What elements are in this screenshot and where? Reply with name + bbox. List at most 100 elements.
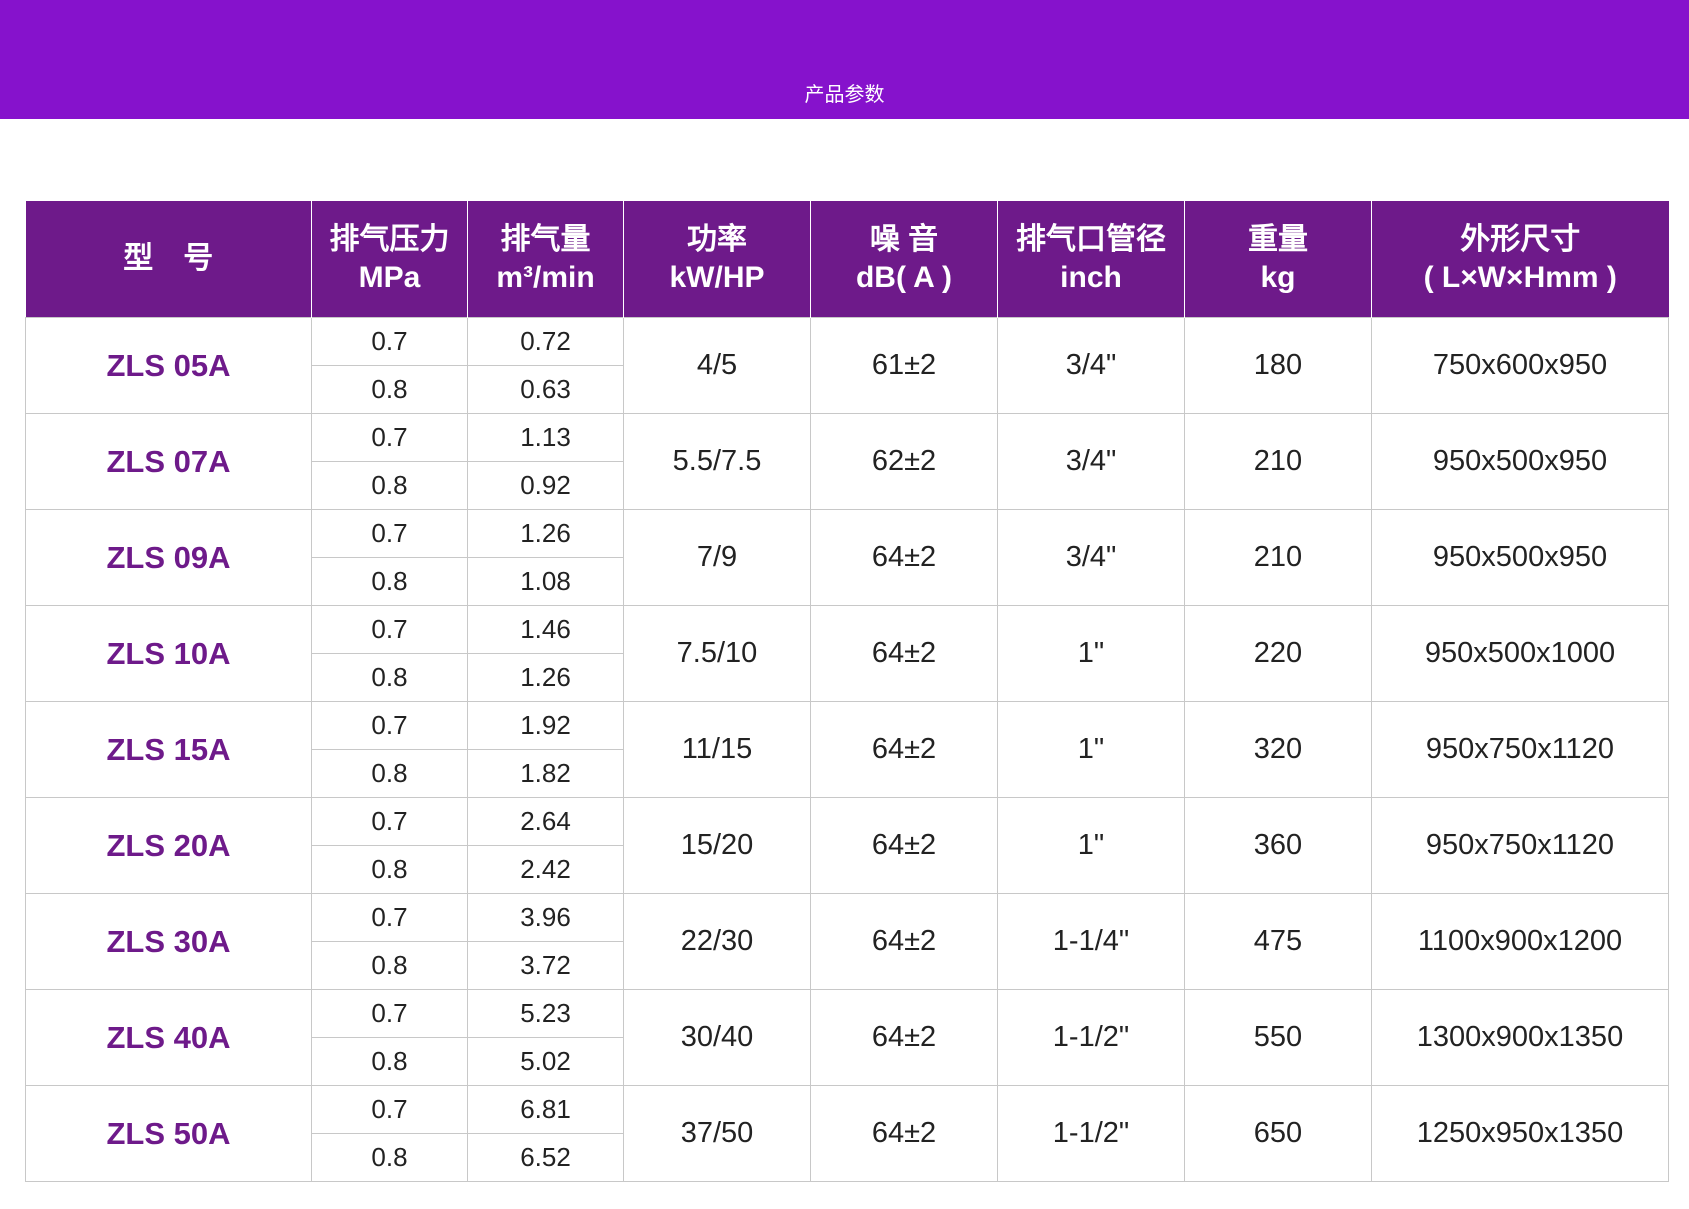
pressure-cell: 0.7 bbox=[311, 797, 468, 846]
pressure-cell: 0.8 bbox=[311, 653, 468, 702]
dimensions-cell: 950x500x950 bbox=[1371, 413, 1669, 510]
flow-cell: 3.72 bbox=[467, 941, 624, 990]
noise-cell: 64±2 bbox=[810, 509, 998, 606]
header-label: 排气口管径 bbox=[1016, 223, 1166, 256]
model-cell: ZLS 15A bbox=[25, 701, 312, 798]
noise-cell: 64±2 bbox=[810, 989, 998, 1086]
outlet-cell: 1" bbox=[997, 605, 1185, 702]
flow-cell: 1.26 bbox=[467, 653, 624, 702]
pressure-cell: 0.8 bbox=[311, 749, 468, 798]
power-cell: 37/50 bbox=[623, 1085, 811, 1182]
header-unit: MPa bbox=[358, 261, 421, 294]
weight-cell: 210 bbox=[1184, 413, 1372, 510]
header-unit: kW/HP bbox=[669, 261, 765, 294]
outlet-header: 排气口管径 inch bbox=[997, 201, 1185, 318]
flow-cell: 1.92 bbox=[467, 701, 624, 750]
dimensions-cell: 950x750x1120 bbox=[1371, 797, 1669, 894]
flow-cell: 2.42 bbox=[467, 845, 624, 894]
table-row: ZLS 05A 0.7 0.72 4/5 61±2 3/4" 180 750x600x950 bbox=[25, 317, 1669, 414]
pressure-cell: 0.7 bbox=[311, 701, 468, 750]
header-label: 外形尺寸 bbox=[1460, 223, 1581, 256]
table-row: ZLS 40A 0.7 5.23 30/40 64±2 1-1/2" 550 1300x900… bbox=[25, 989, 1669, 1086]
banner-title: 产品参数 bbox=[804, 84, 885, 106]
weight-header: 重量 kg bbox=[1184, 201, 1372, 318]
flow-cell: 2.64 bbox=[467, 797, 624, 846]
header-unit: dB( A ) bbox=[855, 261, 953, 294]
flow-cell: 1.13 bbox=[467, 413, 624, 462]
spec-table: 型 号 排气压力 MPa 排气量 m³/min 功率 kW/HP 噪 音 dB( A ) 排气口管… bbox=[25, 201, 1669, 1182]
header-unit: ( L×W×Hmm ) bbox=[1423, 261, 1617, 294]
model-cell: ZLS 40A bbox=[25, 989, 312, 1086]
pressure-cell: 0.8 bbox=[311, 1037, 468, 1086]
model-cell: ZLS 30A bbox=[25, 893, 312, 990]
table-row: ZLS 09A 0.7 1.26 7/9 64±2 3/4" 210 950x500x950 bbox=[25, 509, 1669, 606]
header-label: 功率 bbox=[687, 223, 747, 256]
flow-header: 排气量 m³/min bbox=[467, 201, 624, 318]
flow-cell: 5.23 bbox=[467, 989, 624, 1038]
pressure-cell: 0.7 bbox=[311, 989, 468, 1038]
weight-cell: 475 bbox=[1184, 893, 1372, 990]
table-row: ZLS 07A 0.7 1.13 5.5/7.5 62±2 3/4" 210 950x500x… bbox=[25, 413, 1669, 510]
dimensions-cell: 950x750x1120 bbox=[1371, 701, 1669, 798]
outlet-cell: 1-1/2" bbox=[997, 1085, 1185, 1182]
model-cell: ZLS 50A bbox=[25, 1085, 312, 1182]
noise-cell: 64±2 bbox=[810, 701, 998, 798]
flow-cell: 6.52 bbox=[467, 1133, 624, 1182]
weight-cell: 550 bbox=[1184, 989, 1372, 1086]
header-label: 排气压力 bbox=[329, 223, 450, 256]
table-row: ZLS 15A 0.7 1.92 11/15 64±2 1" 320 950x750x1120 bbox=[25, 701, 1669, 798]
model-header: 型 号 bbox=[25, 201, 312, 318]
outlet-cell: 3/4" bbox=[997, 317, 1185, 414]
power-cell: 30/40 bbox=[623, 989, 811, 1086]
pressure-cell: 0.7 bbox=[311, 317, 468, 366]
pressure-cell: 0.8 bbox=[311, 365, 468, 414]
dimensions-cell: 1100x900x1200 bbox=[1371, 893, 1669, 990]
table-header-row: 型 号 排气压力 MPa 排气量 m³/min 功率 kW/HP 噪 音 dB( A ) 排气口管… bbox=[25, 201, 1669, 318]
table-body: ZLS 05A 0.7 0.72 4/5 61±2 3/4" 180 750x600x950 0… bbox=[25, 317, 1669, 1182]
outlet-cell: 1-1/2" bbox=[997, 989, 1185, 1086]
model-cell: ZLS 07A bbox=[25, 413, 312, 510]
model-cell: ZLS 05A bbox=[25, 317, 312, 414]
power-cell: 7.5/10 bbox=[623, 605, 811, 702]
pressure-cell: 0.7 bbox=[311, 413, 468, 462]
noise-cell: 64±2 bbox=[810, 1085, 998, 1182]
noise-cell: 61±2 bbox=[810, 317, 998, 414]
weight-cell: 180 bbox=[1184, 317, 1372, 414]
power-cell: 11/15 bbox=[623, 701, 811, 798]
header-label: 重量 bbox=[1248, 223, 1308, 256]
flow-cell: 0.63 bbox=[467, 365, 624, 414]
model-cell: ZLS 09A bbox=[25, 509, 312, 606]
weight-cell: 220 bbox=[1184, 605, 1372, 702]
pressure-cell: 0.7 bbox=[311, 1085, 468, 1134]
power-cell: 22/30 bbox=[623, 893, 811, 990]
flow-cell: 1.26 bbox=[467, 509, 624, 558]
power-cell: 5.5/7.5 bbox=[623, 413, 811, 510]
noise-header: 噪 音 dB( A ) bbox=[810, 201, 998, 318]
model-cell: ZLS 10A bbox=[25, 605, 312, 702]
outlet-cell: 3/4" bbox=[997, 413, 1185, 510]
pressure-header: 排气压力 MPa bbox=[311, 201, 468, 318]
dimensions-cell: 950x500x1000 bbox=[1371, 605, 1669, 702]
weight-cell: 320 bbox=[1184, 701, 1372, 798]
flow-cell: 3.96 bbox=[467, 893, 624, 942]
dimensions-cell: 1300x900x1350 bbox=[1371, 989, 1669, 1086]
outlet-cell: 3/4" bbox=[997, 509, 1185, 606]
header-label: 排气量 bbox=[500, 223, 591, 256]
power-header: 功率 kW/HP bbox=[623, 201, 811, 318]
outlet-cell: 1" bbox=[997, 701, 1185, 798]
noise-cell: 64±2 bbox=[810, 797, 998, 894]
header-unit: inch bbox=[1060, 261, 1122, 294]
table-row: ZLS 50A 0.7 6.81 37/50 64±2 1-1/2" 650 1250x950… bbox=[25, 1085, 1669, 1182]
flow-cell: 0.92 bbox=[467, 461, 624, 510]
page-banner: 产品参数 bbox=[0, 0, 1689, 119]
model-cell: ZLS 20A bbox=[25, 797, 312, 894]
noise-cell: 64±2 bbox=[810, 605, 998, 702]
dimensions-cell: 950x500x950 bbox=[1371, 509, 1669, 606]
outlet-cell: 1" bbox=[997, 797, 1185, 894]
flow-cell: 1.46 bbox=[467, 605, 624, 654]
pressure-cell: 0.7 bbox=[311, 605, 468, 654]
weight-cell: 360 bbox=[1184, 797, 1372, 894]
table-row: ZLS 10A 0.7 1.46 7.5/10 64±2 1" 220 950x500x100… bbox=[25, 605, 1669, 702]
pressure-cell: 0.7 bbox=[311, 893, 468, 942]
pressure-cell: 0.8 bbox=[311, 461, 468, 510]
